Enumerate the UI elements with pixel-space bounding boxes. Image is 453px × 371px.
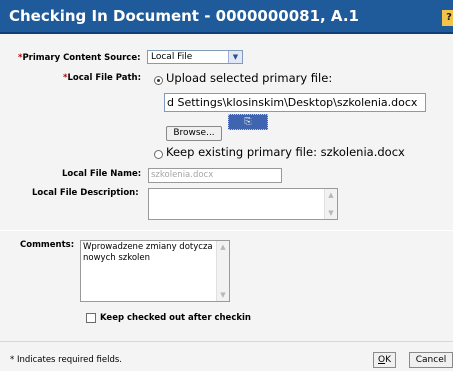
comments-label: Comments: [20, 240, 75, 250]
upload-file-radio-label: Upload selected primary file: [166, 71, 333, 85]
dialog-title: Checking In Document - 0000000081, A.1 [9, 7, 359, 25]
keep-existing-file-radio[interactable] [154, 150, 163, 159]
help-icon[interactable]: ? [442, 10, 453, 26]
primary-content-source-label: *Primary Content Source: [18, 53, 141, 63]
local-file-description-textarea[interactable]: ▲ ▼ [148, 188, 338, 220]
keep-checked-out-checkbox[interactable] [86, 313, 96, 323]
comments-text: Wprowadzene zmiany dotycza nowych szkole… [83, 242, 213, 263]
comments-textarea[interactable]: Wprowadzene zmiany dotycza nowych szkole… [80, 240, 230, 302]
keep-checked-out-label: Keep checked out after checkin [100, 313, 251, 323]
primary-content-source-select[interactable]: Local File ▼ [147, 50, 243, 64]
cancel-button[interactable]: Cancel [409, 352, 453, 368]
comments-scrollbar[interactable]: ▲ ▼ [216, 241, 229, 301]
scroll-down-icon[interactable]: ▼ [218, 290, 228, 300]
local-file-name-label: Local File Name: [62, 169, 142, 179]
scroll-up-icon[interactable]: ▲ [218, 242, 228, 252]
ok-label-rest: K [385, 355, 391, 365]
chevron-down-icon[interactable]: ▼ [228, 51, 242, 63]
ok-button[interactable]: OK [373, 352, 396, 368]
local-file-description-label: Local File Description: [32, 188, 139, 198]
local-file-path-input[interactable]: d Settings\klosinskim\Desktop\szkolenia.… [164, 93, 426, 112]
local-file-name-input[interactable]: szkolenia.docx [148, 168, 282, 183]
scroll-up-icon[interactable]: ▲ [326, 190, 336, 200]
scroll-down-icon[interactable]: ▼ [326, 208, 336, 218]
upload-file-radio[interactable] [154, 76, 163, 85]
drag-drop-icon[interactable]: ⎘ [228, 114, 268, 130]
browse-button[interactable]: Browse... [166, 126, 222, 141]
select-value: Local File [151, 52, 193, 62]
local-file-path-label: *Local File Path: [63, 73, 141, 83]
required-fields-note: * Indicates required fields. [10, 355, 122, 365]
keep-existing-file-radio-label: Keep existing primary file: szkolenia.do… [166, 145, 405, 159]
description-scrollbar[interactable]: ▲ ▼ [324, 189, 337, 219]
